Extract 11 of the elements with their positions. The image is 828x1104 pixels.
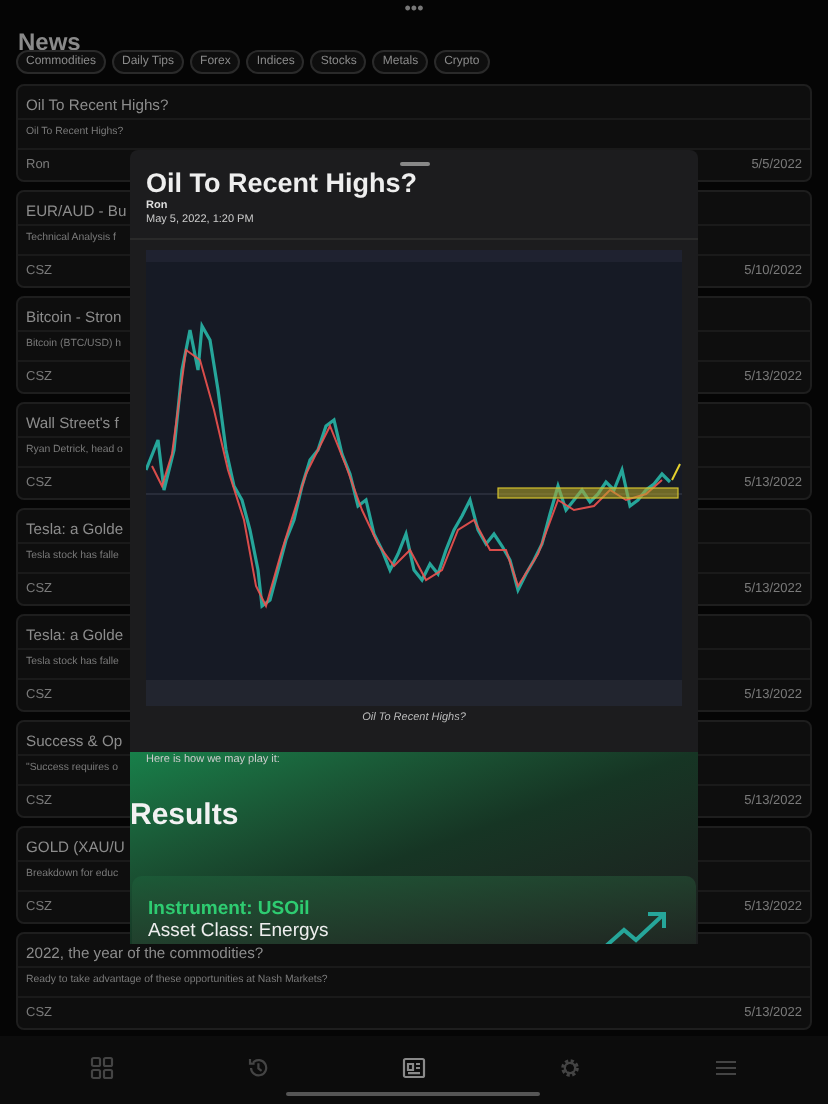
menu-icon[interactable] [714,1056,738,1080]
more-indicator[interactable]: ••• [404,0,424,18]
page-title: News [18,28,81,56]
grid-icon[interactable] [90,1056,114,1080]
settings-icon[interactable] [558,1056,582,1080]
instrument-label: Instrument: USOil [148,898,312,920]
newspaper-icon[interactable] [402,1056,426,1080]
history-icon[interactable] [246,1056,270,1080]
results-heading: Results [130,798,239,832]
drag-handle[interactable] [399,162,429,166]
trending-up-icon [604,908,668,944]
